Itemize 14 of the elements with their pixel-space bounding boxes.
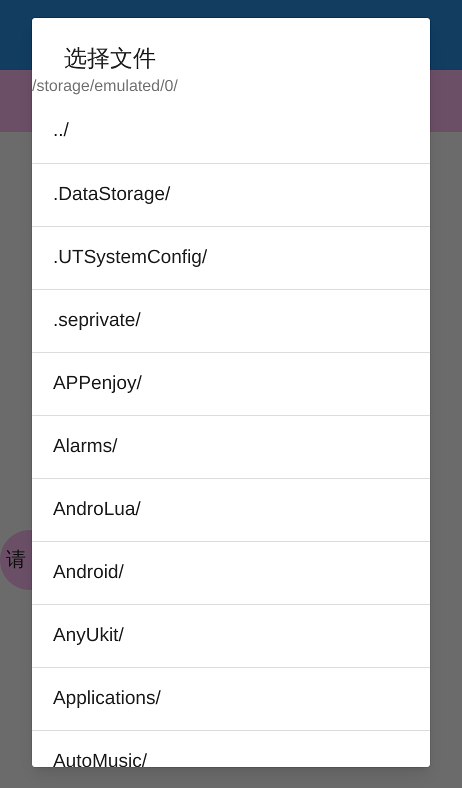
file-list-item[interactable]: .UTSystemConfig/	[32, 226, 430, 289]
file-list-item[interactable]: AutoMusic/	[32, 730, 430, 767]
file-list-item[interactable]: AndroLua/	[32, 478, 430, 541]
file-list-item[interactable]: Applications/	[32, 667, 430, 730]
file-list-item[interactable]: ../	[32, 100, 430, 163]
file-list-item[interactable]: .seprivate/	[32, 289, 430, 352]
button-label: 请	[6, 548, 26, 573]
dialog-title: 选择文件	[64, 45, 156, 71]
file-list-item[interactable]: AnyUkit/	[32, 604, 430, 667]
current-path: /storage/emulated/0/	[32, 78, 178, 95]
file-list-item[interactable]: Alarms/	[32, 415, 430, 478]
file-list-item[interactable]: .DataStorage/	[32, 163, 430, 226]
file-list-item[interactable]: APPenjoy/	[32, 352, 430, 415]
file-list-item[interactable]: Android/	[32, 541, 430, 604]
